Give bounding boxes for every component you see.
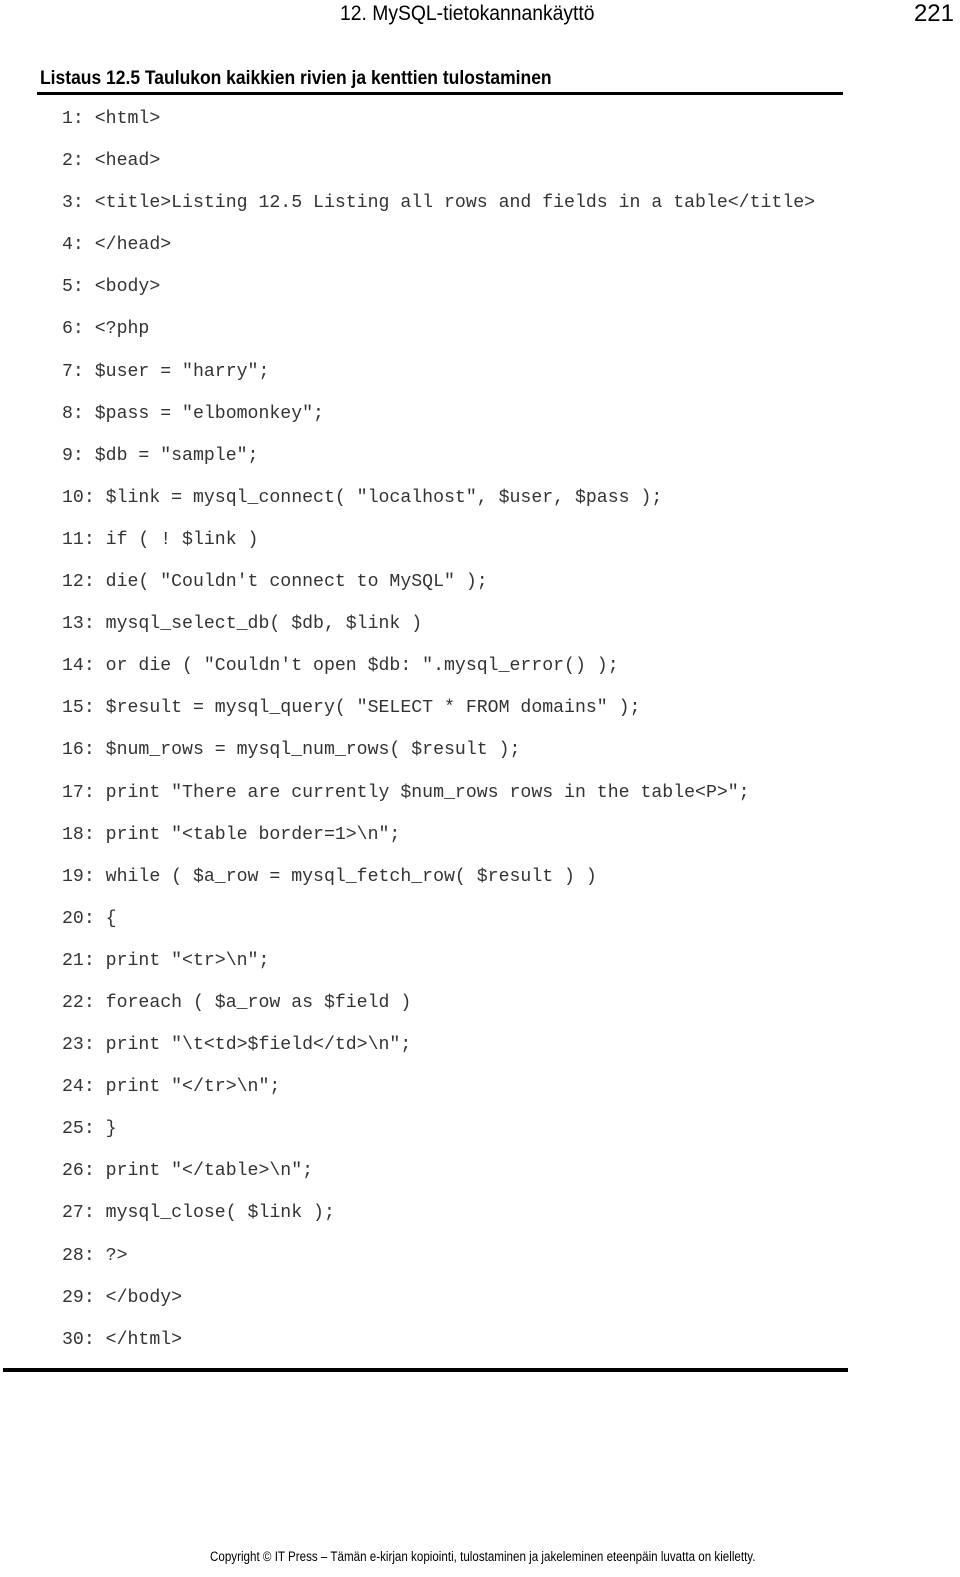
code-line: 8: $pass = "elbomonkey"; xyxy=(62,403,324,424)
code-line: 6: <?php xyxy=(62,319,150,340)
copyright-footer: Copyright © IT Press – Tämän e-kirjan ko… xyxy=(210,1549,756,1564)
code-line: 9: $db = "sample"; xyxy=(62,445,259,466)
chapter-title: 12. MySQL-tietokannankäyttö xyxy=(340,2,595,25)
code-line: 15: $result = mysql_query( "SELECT * FRO… xyxy=(62,698,641,719)
bottom-rule-divider xyxy=(3,1368,848,1372)
code-line: 20: { xyxy=(62,908,117,929)
code-line: 16: $num_rows = mysql_num_rows( $result … xyxy=(62,740,521,761)
code-line: 24: print "</tr>\n"; xyxy=(62,1077,281,1098)
code-line: 25: } xyxy=(62,1119,117,1140)
code-line: 7: $user = "harry"; xyxy=(62,361,270,382)
code-line: 13: mysql_select_db( $db, $link ) xyxy=(62,614,423,635)
code-line: 11: if ( ! $link ) xyxy=(62,529,259,550)
code-line: 10: $link = mysql_connect( "localhost", … xyxy=(62,487,663,508)
top-rule-divider xyxy=(37,92,843,95)
code-line: 3: <title>Listing 12.5 Listing all rows … xyxy=(62,193,816,214)
code-line: 14: or die ( "Couldn't open $db: ".mysql… xyxy=(62,656,619,677)
code-line: 28: ?> xyxy=(62,1245,128,1266)
code-line: 23: print "\t<td>$field</td>\n"; xyxy=(62,1035,412,1056)
code-line: 4: </head> xyxy=(62,235,172,256)
code-line: 27: mysql_close( $link ); xyxy=(62,1203,335,1224)
page-number: 221 xyxy=(913,0,954,27)
code-line: 29: </body> xyxy=(62,1287,183,1308)
code-line: 18: print "<table border=1>\n"; xyxy=(62,824,401,845)
code-line: 12: die( "Couldn't connect to MySQL" ); xyxy=(62,572,488,593)
code-line: 5: <body> xyxy=(62,277,161,298)
code-line: 19: while ( $a_row = mysql_fetch_row( $r… xyxy=(62,866,597,887)
code-line: 2: <head> xyxy=(62,151,161,172)
code-line: 17: print "There are currently $num_rows… xyxy=(62,782,750,803)
code-line: 22: foreach ( $a_row as $field ) xyxy=(62,992,412,1013)
code-listing: 1: <html> 2: <head> 3: <title>Listing 12… xyxy=(62,108,815,1371)
code-line: 1: <html> xyxy=(62,109,161,129)
code-line: 30: </html> xyxy=(62,1329,183,1350)
listing-title: Listaus 12.5 Taulukon kaikkien rivien ja… xyxy=(40,68,552,89)
code-line: 21: print "<tr>\n"; xyxy=(62,950,270,971)
code-line: 26: print "</table>\n"; xyxy=(62,1161,314,1182)
